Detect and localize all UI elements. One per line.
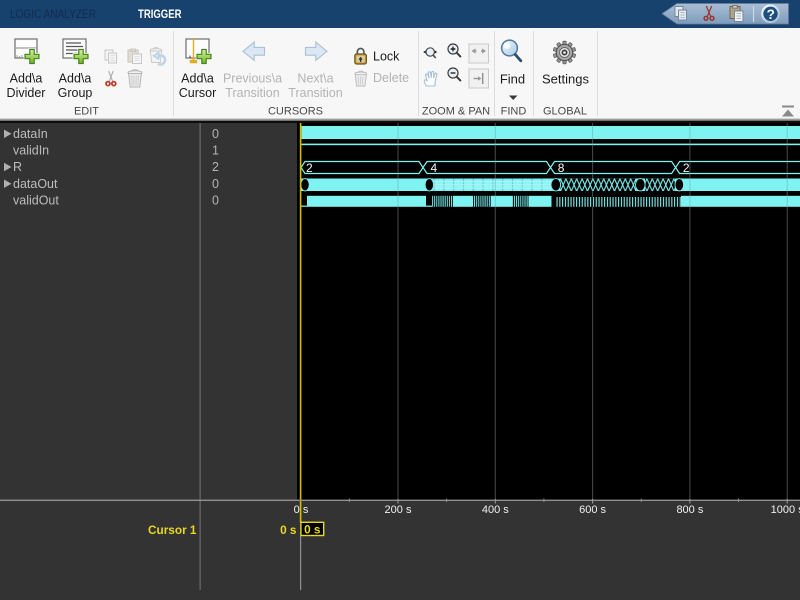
svg-text:EDIT: EDIT	[74, 106, 99, 118]
svg-text:Transition: Transition	[288, 86, 342, 100]
svg-text:Delete: Delete	[373, 71, 409, 85]
svg-text:200 s: 200 s	[385, 504, 412, 516]
svg-text:2: 2	[306, 161, 313, 175]
svg-text:Lock: Lock	[373, 50, 400, 64]
svg-text:LOGIC ANALYZER: LOGIC ANALYZER	[10, 7, 96, 21]
svg-text:1: 1	[212, 144, 219, 158]
svg-text:8: 8	[558, 161, 565, 175]
svg-text:Cursor 1: Cursor 1	[148, 523, 197, 537]
svg-text:ZOOM & PAN: ZOOM & PAN	[422, 106, 490, 118]
svg-text:0: 0	[212, 177, 219, 191]
svg-text:TRIGGER: TRIGGER	[138, 7, 182, 21]
svg-text:2: 2	[683, 161, 690, 175]
svg-text:FIND: FIND	[501, 106, 527, 118]
svg-text:Add\a: Add\a	[59, 72, 92, 86]
svg-text:Transition: Transition	[225, 86, 279, 100]
svg-text:validOut: validOut	[13, 194, 59, 208]
svg-text:0 s: 0 s	[304, 522, 321, 536]
svg-text:validIn: validIn	[13, 144, 49, 158]
svg-text:600 s: 600 s	[579, 504, 606, 516]
svg-text:GLOBAL: GLOBAL	[543, 106, 587, 118]
svg-text:Add\a: Add\a	[181, 72, 214, 86]
svg-text:400 s: 400 s	[482, 504, 509, 516]
svg-text:Settings: Settings	[542, 72, 589, 87]
svg-text:800 s: 800 s	[676, 504, 703, 516]
svg-text:?: ?	[767, 7, 775, 22]
svg-text:0 s: 0 s	[280, 523, 297, 537]
svg-text:0: 0	[212, 127, 219, 141]
svg-text:Divider: Divider	[7, 86, 46, 100]
svg-text:R: R	[13, 160, 22, 174]
svg-text:1000 s: 1000 s	[771, 504, 800, 516]
svg-text:Cursor: Cursor	[179, 86, 217, 100]
svg-text:Next\a: Next\a	[297, 72, 333, 86]
svg-text:4: 4	[431, 161, 438, 175]
svg-text:0 s: 0 s	[294, 504, 309, 516]
svg-text:CURSORS: CURSORS	[268, 106, 323, 118]
svg-text:dataOut: dataOut	[13, 177, 58, 191]
svg-text:Add\a: Add\a	[10, 72, 43, 86]
svg-text:Find: Find	[500, 72, 525, 87]
svg-text:Previous\a: Previous\a	[223, 72, 282, 86]
svg-text:dataIn: dataIn	[13, 127, 48, 141]
svg-text:0: 0	[212, 194, 219, 208]
svg-text:Group: Group	[58, 86, 93, 100]
svg-text:2: 2	[212, 160, 219, 174]
